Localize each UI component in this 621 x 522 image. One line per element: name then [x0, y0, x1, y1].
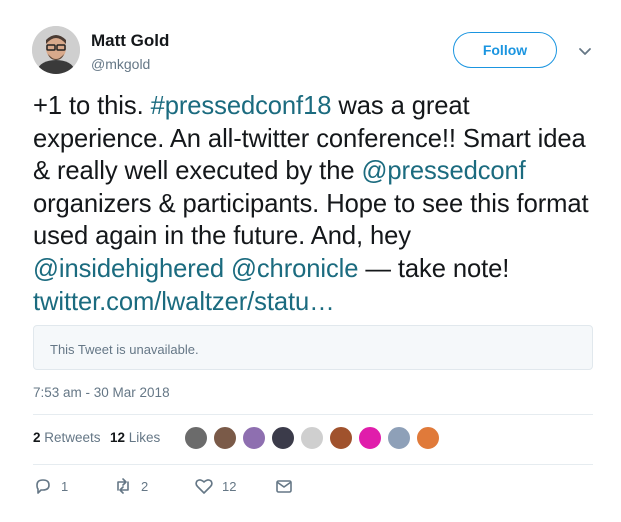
liker-avatar[interactable]: [358, 426, 382, 450]
avatar[interactable]: [32, 26, 80, 74]
like-count: 12: [222, 478, 237, 494]
tweet-text: +1 to this. #pressedconf18 was a great e…: [33, 90, 593, 318]
quoted-tweet-card[interactable]: This Tweet is unavailable.: [33, 325, 593, 370]
retweets-label: Retweets: [44, 430, 101, 445]
reply-icon: [36, 479, 50, 494]
author-handle[interactable]: @mkgold: [91, 56, 150, 72]
reply-count: 1: [61, 478, 69, 494]
likes-stat[interactable]: 12 Likes: [110, 430, 160, 445]
retweet-icon: [117, 478, 129, 494]
tweet-text-segment: — take note!: [358, 254, 510, 283]
liker-avatar[interactable]: [271, 426, 295, 450]
follow-button[interactable]: Follow: [453, 32, 557, 68]
heart-icon: [195, 479, 213, 494]
chevron-down-icon[interactable]: [576, 42, 594, 60]
liker-avatar[interactable]: [416, 426, 440, 450]
liker-avatar[interactable]: [242, 426, 266, 450]
quoted-tweet-status: This Tweet is unavailable.: [50, 342, 199, 357]
tweet-link[interactable]: @insidehighered: [33, 255, 224, 283]
tweet-header: Matt Gold @mkgold Follow: [32, 26, 597, 82]
tweet-link[interactable]: @chronicle: [231, 255, 359, 283]
retweet-count: 2: [141, 478, 149, 494]
tweet-link[interactable]: @pressedconf: [361, 157, 525, 185]
retweets-count: 2: [33, 430, 41, 445]
tweet-text-segment: organizers & participants. Hope to see t…: [33, 189, 589, 251]
direct-message-button[interactable]: [274, 476, 294, 496]
tweet-timestamp[interactable]: 7:53 am - 30 Mar 2018: [33, 385, 170, 400]
envelope-icon: [276, 480, 292, 493]
author-name[interactable]: Matt Gold: [91, 31, 169, 51]
reply-button[interactable]: 1: [33, 476, 68, 496]
divider: [33, 464, 593, 465]
liker-avatar[interactable]: [184, 426, 208, 450]
divider: [33, 414, 593, 415]
likes-count: 12: [110, 430, 126, 445]
retweet-button[interactable]: 2: [113, 476, 148, 496]
liker-avatar[interactable]: [387, 426, 411, 450]
liker-avatar[interactable]: [213, 426, 237, 450]
liker-avatar[interactable]: [329, 426, 353, 450]
liker-avatar[interactable]: [300, 426, 324, 450]
likes-label: Likes: [128, 430, 161, 445]
tweet-text-segment: +1 to this.: [33, 92, 151, 120]
tweet-link[interactable]: #pressedconf18: [151, 92, 332, 120]
like-button[interactable]: 12: [194, 476, 236, 496]
retweets-stat[interactable]: 2 Retweets: [33, 430, 101, 445]
tweet-link[interactable]: twitter.com/lwaltzer/statu…: [33, 288, 335, 316]
tweet-text-segment: [224, 255, 231, 283]
